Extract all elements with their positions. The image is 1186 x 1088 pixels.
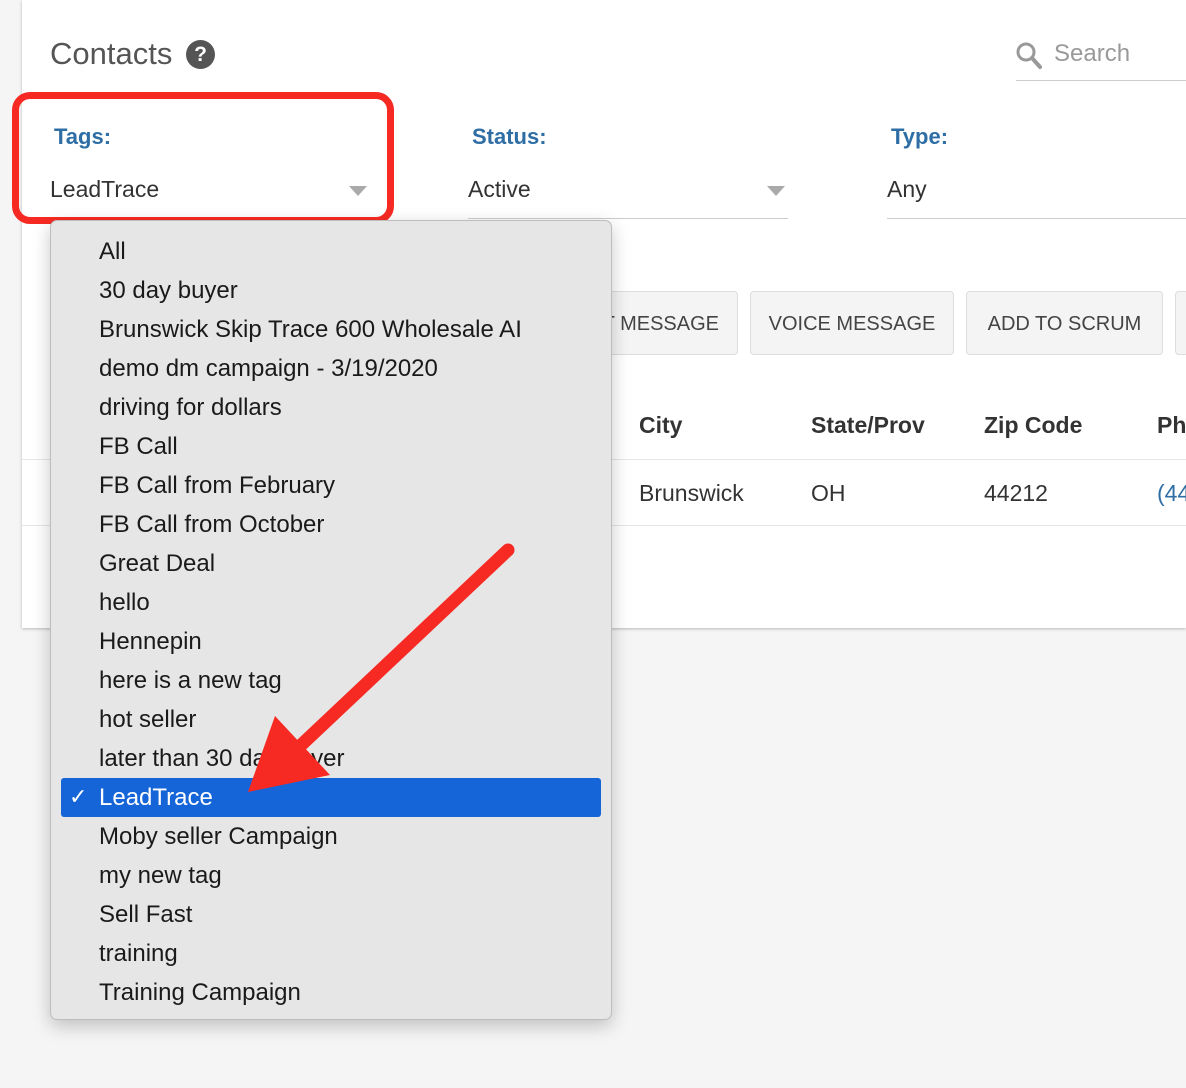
more-action-button[interactable]: [1175, 291, 1186, 355]
cell-phone-link[interactable]: (44: [1157, 480, 1186, 507]
dropdown-option[interactable]: later than 30 day buyer: [61, 739, 601, 778]
dropdown-option-label: Sell Fast: [99, 901, 193, 928]
cell-city: Brunswick: [639, 480, 744, 506]
voice-message-button[interactable]: VOICE MESSAGE: [750, 291, 954, 355]
tags-highlight-annotation: [12, 92, 394, 224]
dropdown-option[interactable]: Moby seller Campaign: [61, 817, 601, 856]
dropdown-option[interactable]: my new tag: [61, 856, 601, 895]
dropdown-option[interactable]: hot seller: [61, 700, 601, 739]
dropdown-option[interactable]: driving for dollars: [61, 388, 601, 427]
type-label: Type:: [891, 124, 949, 149]
cell-zip: 44212: [984, 480, 1048, 506]
dropdown-option[interactable]: Great Deal: [61, 544, 601, 583]
dropdown-option[interactable]: training: [61, 934, 601, 973]
dropdown-option-label: Training Campaign: [99, 979, 301, 1006]
dropdown-option-label: Brunswick Skip Trace 600 Wholesale AI: [99, 316, 522, 343]
dropdown-option[interactable]: here is a new tag: [61, 661, 601, 700]
column-header-phone[interactable]: Ph: [1157, 412, 1186, 439]
status-label: Status:: [472, 124, 547, 149]
dropdown-option[interactable]: ✓ LeadTrace: [61, 778, 601, 817]
dropdown-option-label: later than 30 day buyer: [99, 745, 345, 772]
dropdown-option[interactable]: hello: [61, 583, 601, 622]
dropdown-option-label: training: [99, 940, 178, 967]
dropdown-option-label: Hennepin: [99, 628, 202, 655]
dropdown-option-label: LeadTrace: [99, 784, 213, 811]
help-icon[interactable]: ?: [186, 40, 215, 69]
dropdown-option[interactable]: Training Campaign: [61, 973, 601, 1012]
add-to-scrum-button[interactable]: ADD TO SCRUM: [966, 291, 1163, 355]
cell-state: OH: [811, 480, 846, 506]
search-placeholder: Search: [1054, 40, 1131, 67]
search-input[interactable]: Search: [1016, 38, 1186, 81]
column-header-state[interactable]: State/Prov: [811, 412, 925, 439]
checkmark-icon: ✓: [69, 785, 88, 810]
dropdown-option[interactable]: demo dm campaign - 3/19/2020: [61, 349, 601, 388]
dropdown-option-label: driving for dollars: [99, 394, 282, 421]
dropdown-option-label: Moby seller Campaign: [99, 823, 338, 850]
dropdown-option-label: hello: [99, 589, 150, 616]
tags-dropdown-menu[interactable]: All 30 day buyer Brunswick Skip Trace 600 …: [50, 220, 612, 1020]
dropdown-option[interactable]: FB Call from February: [61, 466, 601, 505]
dropdown-option-label: here is a new tag: [99, 667, 282, 694]
dropdown-option[interactable]: Sell Fast: [61, 895, 601, 934]
page-title: Contacts: [50, 36, 173, 71]
dropdown-option[interactable]: Brunswick Skip Trace 600 Wholesale AI: [61, 310, 601, 349]
dropdown-option[interactable]: Hennepin: [61, 622, 601, 661]
dropdown-option[interactable]: FB Call from October: [61, 505, 601, 544]
dropdown-option-label: demo dm campaign - 3/19/2020: [99, 355, 438, 382]
dropdown-option-label: Great Deal: [99, 550, 216, 577]
dropdown-option[interactable]: 30 day buyer: [61, 271, 601, 310]
dropdown-option-label: 30 day buyer: [99, 277, 238, 304]
dropdown-option[interactable]: FB Call: [61, 427, 601, 466]
type-select-value[interactable]: Any: [887, 176, 927, 203]
status-underline: [468, 218, 788, 219]
dropdown-option-label: FB Call: [99, 433, 178, 460]
search-icon: [1016, 42, 1042, 69]
type-underline: [887, 218, 1186, 219]
dropdown-option-label: my new tag: [99, 862, 222, 889]
dropdown-option-label: FB Call from October: [99, 511, 325, 538]
dropdown-option-label: hot seller: [99, 706, 197, 733]
dropdown-option-label: FB Call from February: [99, 472, 336, 499]
dropdown-option-label: All: [99, 238, 126, 265]
column-header-zip[interactable]: Zip Code: [984, 412, 1082, 439]
chevron-down-icon[interactable]: [767, 186, 785, 196]
column-header-city[interactable]: City: [639, 412, 682, 439]
dropdown-option[interactable]: All: [61, 232, 601, 271]
status-select-value[interactable]: Active: [468, 176, 531, 203]
